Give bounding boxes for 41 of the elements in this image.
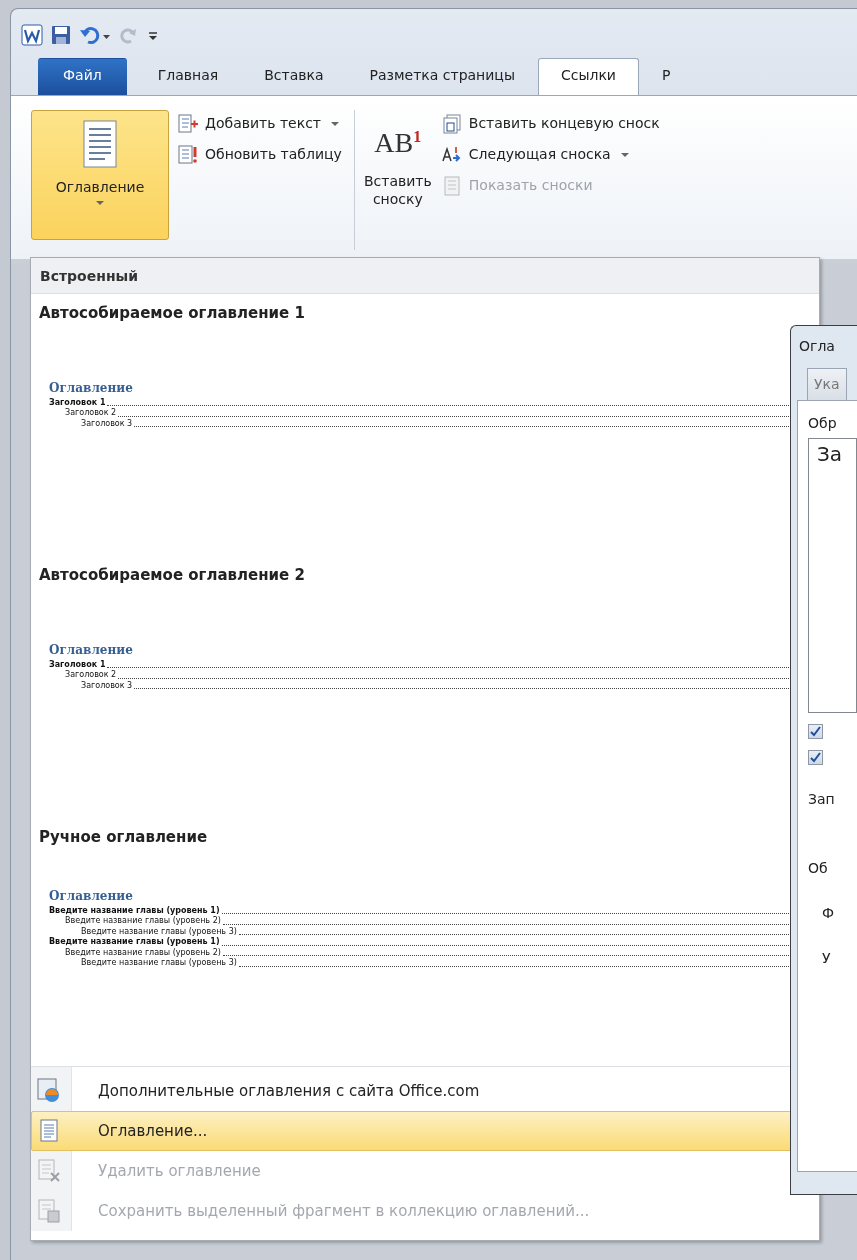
app-icon[interactable] [21, 24, 43, 46]
field-label: Зап [808, 790, 836, 809]
ribbon-button[interactable]: Следующая сноска [436, 141, 664, 168]
delete-document-icon [36, 1158, 62, 1184]
check-icon [810, 726, 821, 737]
caret-icon [331, 121, 339, 126]
update-table-icon [177, 144, 199, 165]
section-header: Встроенный [31, 258, 819, 294]
field-label: У [822, 949, 832, 968]
ribbon-tab[interactable]: Разметка страницы [346, 58, 538, 95]
globe-document-icon [36, 1078, 62, 1104]
ribbon-tab[interactable]: Вставка [241, 58, 347, 95]
save-document-icon [36, 1198, 62, 1224]
caret-icon [620, 152, 629, 157]
ribbon-tab[interactable]: Главная [134, 58, 242, 95]
toc-preview-heading: Оглавление [49, 379, 134, 397]
gallery-item-title[interactable]: Автособираемое оглавление 1 [39, 302, 811, 325]
ribbon-button[interactable]: Оглавление [31, 110, 169, 240]
checkbox[interactable] [808, 724, 823, 739]
undo-icon[interactable] [79, 25, 111, 45]
dialog-title: Огла [798, 337, 836, 356]
ribbon-button[interactable]: Добавить текст [173, 110, 346, 137]
endnote-icon [440, 113, 463, 134]
save-icon[interactable] [51, 25, 71, 45]
ribbon-button[interactable]: Вставить концевую сноск [436, 110, 664, 137]
field-label: Об [808, 859, 829, 878]
check-icon [810, 752, 821, 763]
toc-preview-heading: Оглавление [49, 641, 134, 659]
ribbon-tab[interactable]: Файл [38, 58, 127, 95]
ribbon-tab[interactable]: Р [638, 58, 694, 95]
preview-box: За [808, 438, 857, 713]
field-label: Ф [822, 904, 836, 923]
toc-preview-heading: Оглавление [49, 887, 134, 905]
document-icon [80, 119, 120, 171]
dialog-tab[interactable]: Ука [807, 368, 847, 400]
caret-icon [96, 200, 104, 205]
ribbon-tab[interactable]: Ссылки [537, 58, 639, 95]
checkbox[interactable] [808, 750, 823, 765]
ribbon-button[interactable]: Обновить таблицу [173, 141, 346, 168]
add-text-icon [177, 113, 199, 134]
field-label: Обр [808, 414, 838, 433]
